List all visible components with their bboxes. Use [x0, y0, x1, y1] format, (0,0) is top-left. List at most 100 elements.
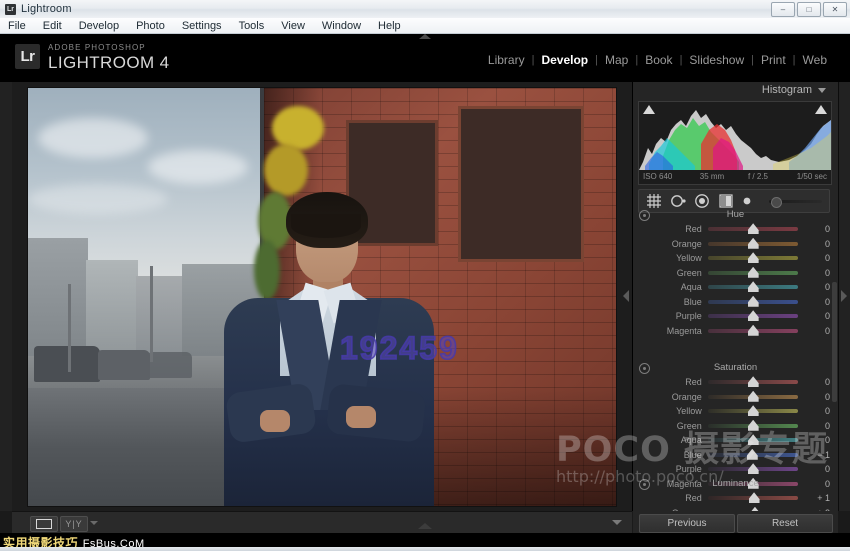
slider-track[interactable] — [708, 395, 798, 399]
slider-track[interactable] — [708, 453, 798, 457]
slider-knob[interactable] — [748, 267, 759, 278]
target-adjust-icon[interactable] — [639, 210, 650, 221]
slider-row: Yellow0 — [633, 251, 838, 266]
histogram-header[interactable]: Histogram — [762, 84, 826, 96]
menu-settings[interactable]: Settings — [182, 20, 222, 32]
brush-size-knob[interactable] — [771, 197, 782, 208]
image-canvas[interactable]: 192459 — [12, 82, 633, 511]
slider-track[interactable] — [708, 285, 798, 289]
close-button[interactable]: ✕ — [823, 2, 847, 17]
slider-knob[interactable] — [748, 296, 759, 307]
maximize-button[interactable]: □ — [797, 2, 821, 17]
slider-knob[interactable] — [748, 420, 759, 431]
slider-label: Orange — [633, 239, 708, 249]
slider-track[interactable] — [708, 467, 798, 471]
photo-window — [458, 106, 584, 262]
slider-knob[interactable] — [748, 281, 759, 292]
previous-button[interactable]: Previous — [639, 514, 735, 533]
target-adjust-icon[interactable] — [639, 479, 650, 490]
photo-pole — [68, 284, 71, 372]
slider-track[interactable] — [708, 409, 798, 413]
menu-develop[interactable]: Develop — [79, 20, 119, 32]
metadata-iso: ISO 640 — [639, 172, 689, 181]
slider-track[interactable] — [708, 271, 798, 275]
slider-value: − 1 — [798, 450, 838, 460]
menu-file[interactable]: File — [8, 20, 26, 32]
luminance-title-label: Luminance — [712, 478, 758, 489]
slider-row: Blue0 — [633, 295, 838, 310]
slider-row: Purple0 — [633, 309, 838, 324]
slider-knob[interactable] — [748, 391, 759, 402]
module-book[interactable]: Book — [638, 53, 679, 67]
slider-track[interactable] — [708, 227, 798, 231]
slider-track[interactable] — [708, 314, 798, 318]
before-after-button[interactable]: Y|Y — [60, 516, 88, 532]
slider-track[interactable] — [708, 242, 798, 246]
slider-knob[interactable] — [748, 405, 759, 416]
module-picker: Library | Develop | Map | Book | Slidesh… — [481, 53, 834, 67]
slider-knob[interactable] — [748, 238, 759, 249]
menu-photo[interactable]: Photo — [136, 20, 165, 32]
slider-knob[interactable] — [748, 252, 759, 263]
lightroom-logo-badge: Lr — [15, 44, 40, 69]
slider-track[interactable] — [708, 496, 798, 500]
slider-knob[interactable] — [748, 310, 759, 321]
slider-value: 0 — [798, 224, 838, 234]
slider-knob[interactable] — [748, 463, 759, 474]
module-slideshow[interactable]: Slideshow — [682, 53, 751, 67]
module-develop[interactable]: Develop — [534, 53, 595, 67]
slider-track[interactable] — [708, 256, 798, 260]
slider-track[interactable] — [708, 300, 798, 304]
photo-overlay-number: 192459 — [340, 330, 459, 367]
slider-row: Red0 — [633, 375, 838, 390]
slider-row: Magenta0 — [633, 324, 838, 339]
photo-person-hand — [346, 406, 376, 428]
metadata-aperture: f / 2.5 — [735, 172, 781, 181]
module-map[interactable]: Map — [598, 53, 635, 67]
menu-help[interactable]: Help — [378, 20, 401, 32]
left-panel-expand-arrow[interactable] — [623, 290, 629, 302]
brush-size-slider[interactable] — [769, 200, 822, 203]
slider-track[interactable] — [708, 380, 798, 384]
slider-track[interactable] — [708, 438, 798, 442]
chevron-down-icon[interactable] — [90, 521, 98, 525]
photo-car — [148, 352, 192, 378]
menu-window[interactable]: Window — [322, 20, 361, 32]
reset-button[interactable]: Reset — [737, 514, 833, 533]
photo-person-arm — [326, 383, 427, 443]
loupe-view-icon[interactable] — [30, 516, 58, 532]
menu-edit[interactable]: Edit — [43, 20, 62, 32]
chevron-down-icon[interactable] — [818, 88, 826, 93]
module-web[interactable]: Web — [796, 53, 834, 67]
menu-tools[interactable]: Tools — [239, 20, 265, 32]
slider-knob[interactable] — [748, 325, 759, 336]
minimize-button[interactable]: – — [771, 2, 795, 17]
toolbar-expand-icon[interactable] — [612, 520, 622, 525]
slider-track[interactable] — [708, 424, 798, 428]
photo-flowers — [254, 240, 280, 300]
top-panel-collapse-arrow[interactable] — [419, 34, 431, 39]
histogram-panel[interactable]: ISO 640 35 mm f / 2.5 1/50 sec — [638, 101, 832, 185]
slider-track[interactable] — [708, 329, 798, 333]
slider-row: Blue− 1 — [633, 448, 838, 463]
right-panel-expand-arrow[interactable] — [841, 290, 847, 302]
slider-knob[interactable] — [748, 376, 759, 387]
slider-label: Red — [633, 224, 708, 234]
module-library[interactable]: Library — [481, 53, 532, 67]
slider-knob[interactable] — [748, 223, 759, 234]
histogram-metadata: ISO 640 35 mm f / 2.5 1/50 sec — [639, 170, 831, 183]
target-adjust-icon[interactable] — [639, 363, 650, 374]
slider-knob[interactable] — [749, 492, 760, 503]
filmstrip-collapse-arrow[interactable] — [418, 523, 432, 529]
panel-scrollbar[interactable] — [832, 282, 837, 402]
module-print[interactable]: Print — [754, 53, 793, 67]
slider-label: Blue — [633, 297, 708, 307]
slider-label: Green — [633, 268, 708, 278]
slider-knob[interactable] — [747, 449, 758, 460]
slider-label: Orange — [633, 392, 708, 402]
slider-knob[interactable] — [748, 434, 759, 445]
slider-label: Yellow — [633, 406, 708, 416]
photo-car — [34, 346, 100, 382]
menu-view[interactable]: View — [281, 20, 305, 32]
slider-row: Red+ 1 — [633, 491, 838, 506]
